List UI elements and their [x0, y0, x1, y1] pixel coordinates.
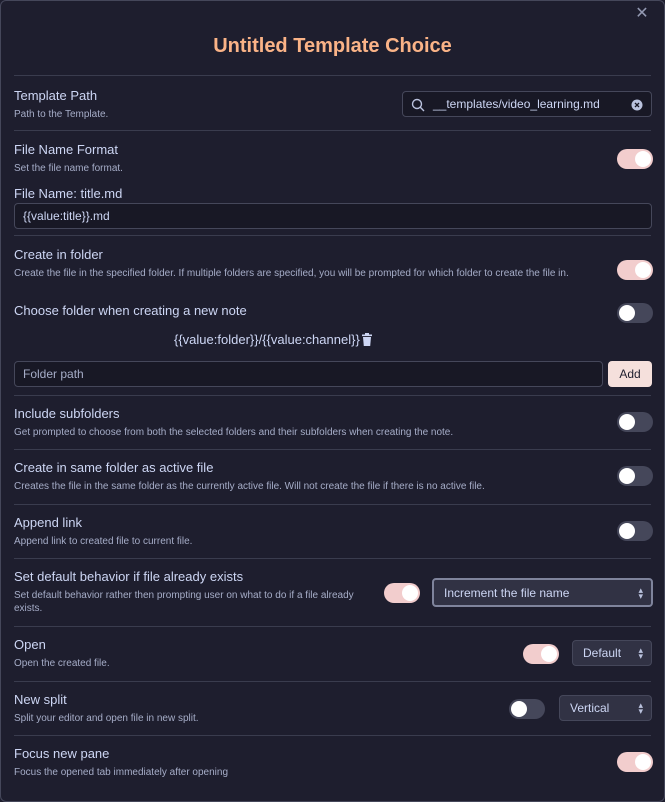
clear-icon[interactable] — [631, 99, 643, 111]
setting-name: Create in same folder as active file — [14, 460, 214, 475]
folder-path-placeholder: Folder path — [23, 367, 84, 381]
setting-create-in-folder: Create in folder Create the file in the … — [14, 235, 653, 295]
setting-desc: Set the file name format. — [14, 163, 123, 174]
file-name-format-value: {{value:title}}.md — [23, 209, 110, 223]
chevron-updown-icon: ▴ ▾ — [638, 584, 643, 601]
select-value: Default — [583, 646, 622, 660]
new-split-toggle[interactable] — [509, 699, 545, 719]
select-value: Increment the file name — [444, 585, 570, 600]
default-behavior-toggle[interactable] — [384, 583, 420, 603]
setting-default-behavior: Set default behavior if file already exi… — [14, 558, 653, 626]
setting-desc: Creates the file in the same folder as t… — [14, 481, 485, 492]
setting-desc: Create the file in the specified folder.… — [14, 268, 569, 279]
setting-desc: Path to the Template. — [14, 109, 109, 120]
setting-name: Include subfolders — [14, 406, 120, 421]
setting-desc: Set default behavior rather then prompti… — [14, 590, 354, 614]
setting-desc: Open the created file. — [14, 658, 110, 669]
template-choice-dialog: ✕ Untitled Template Choice Template Path… — [0, 0, 665, 802]
setting-name: Focus new pane — [14, 746, 110, 761]
setting-name: Create in folder — [14, 247, 103, 262]
open-toggle[interactable] — [523, 644, 559, 664]
setting-include-subfolders: Include subfolders Get prompted to choos… — [14, 395, 653, 449]
create-in-folder-toggle[interactable] — [617, 260, 653, 280]
append-link-toggle[interactable] — [617, 521, 653, 541]
setting-template-path: Template Path Path to the Template. __te… — [14, 75, 652, 130]
setting-desc: Focus the opened tab immediately after o… — [14, 767, 229, 778]
setting-desc: Append link to created file to current f… — [14, 536, 193, 547]
setting-desc: Split your editor and open file in new s… — [14, 713, 199, 724]
setting-name: Open — [14, 637, 46, 652]
template-path-value: __templates/video_learning.md — [433, 97, 600, 111]
setting-name: Choose folder when creating a new note — [14, 303, 247, 318]
choose-folder-toggle[interactable] — [617, 303, 653, 323]
setting-open: Open Open the created file. Default ▴ ▾ — [14, 626, 652, 681]
trash-icon[interactable] — [361, 333, 373, 346]
file-name-format-input[interactable]: {{value:title}}.md — [14, 203, 652, 229]
setting-name: New split — [14, 692, 67, 707]
split-direction-select[interactable]: Vertical ▴ ▾ — [559, 695, 652, 721]
setting-name: File Name Format — [14, 142, 119, 157]
folder-path-input[interactable]: Folder path — [14, 361, 603, 387]
setting-focus-new-pane: Focus new pane Focus the opened tab imme… — [14, 735, 653, 789]
same-folder-toggle[interactable] — [617, 466, 653, 486]
file-name-format-toggle[interactable] — [617, 149, 653, 169]
setting-name: Set default behavior if file already exi… — [14, 569, 244, 584]
folder-entry: {{value:folder}}/{{value:channel}} — [174, 332, 360, 347]
close-icon[interactable]: ✕ — [634, 6, 650, 22]
template-path-input[interactable]: __templates/video_learning.md — [402, 91, 652, 117]
setting-new-split: New split Split your editor and open fil… — [14, 681, 652, 735]
setting-choose-folder: Choose folder when creating a new note {… — [14, 295, 653, 395]
folder-list-item: {{value:folder}}/{{value:channel}} — [174, 332, 373, 347]
dialog-title: Untitled Template Choice — [213, 35, 452, 57]
file-name-preview-label: File Name: title.md — [14, 186, 123, 201]
setting-append-link: Append link Append link to created file … — [14, 504, 653, 558]
setting-file-name-format: File Name Format Set the file name forma… — [14, 130, 653, 235]
chevron-updown-icon: ▴ ▾ — [638, 645, 643, 661]
focus-new-pane-toggle[interactable] — [617, 752, 653, 772]
chevron-updown-icon: ▴ ▾ — [638, 700, 643, 716]
file-exists-behavior-select[interactable]: Increment the file name ▴ ▾ — [432, 578, 653, 607]
open-mode-select[interactable]: Default ▴ ▾ — [572, 640, 652, 666]
add-folder-button[interactable]: Add — [608, 361, 652, 387]
setting-name: Append link — [14, 515, 82, 530]
setting-name: Template Path — [14, 88, 98, 103]
select-value: Vertical — [570, 701, 610, 715]
search-icon — [411, 98, 425, 112]
setting-same-folder: Create in same folder as active file Cre… — [14, 449, 653, 504]
setting-desc: Get prompted to choose from both the sel… — [14, 427, 454, 438]
include-subfolders-toggle[interactable] — [617, 412, 653, 432]
